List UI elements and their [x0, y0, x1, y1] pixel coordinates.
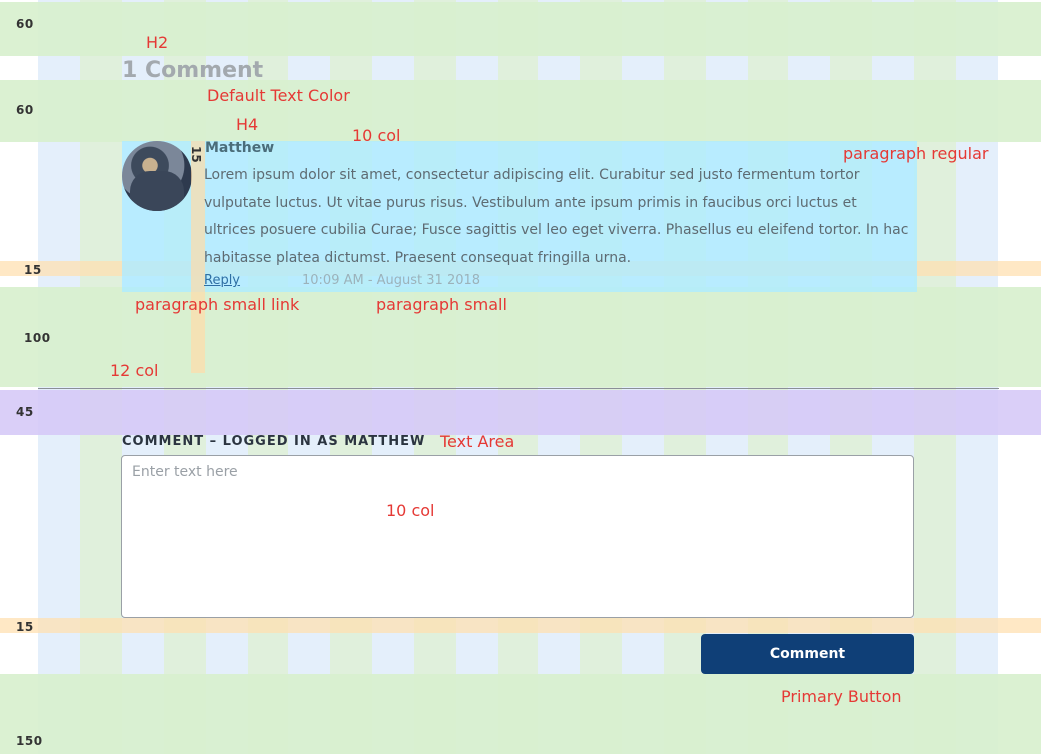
annotation-label: 12 col [110, 361, 159, 380]
comment-submit-button[interactable]: Comment [701, 634, 914, 674]
comment-textarea[interactable] [121, 455, 914, 618]
annotation-label: Primary Button [781, 687, 902, 706]
annotation-label: 10 col [352, 126, 401, 145]
spacing-band-150 [0, 674, 1041, 754]
spacing-label: 15 [16, 620, 34, 634]
spacing-label: 150 [16, 734, 43, 748]
avatar [122, 141, 192, 211]
annotation-label: paragraph regular [843, 144, 989, 163]
section-divider [38, 388, 999, 389]
annotation-label: paragraph small [376, 295, 507, 314]
comment-timestamp: 10:09 AM - August 31 2018 [302, 273, 481, 288]
comment-author: Matthew [205, 140, 275, 156]
spacing-label: 15 [24, 263, 42, 277]
annotation-label: Default Text Color [207, 86, 350, 105]
spacing-band-15-lower [0, 618, 1041, 633]
spacing-band-60 [0, 80, 1041, 142]
annotation-label: H2 [146, 33, 169, 52]
spacing-label: 60 [16, 17, 34, 31]
spacing-label: 100 [24, 331, 51, 345]
spacing-label: 45 [16, 405, 34, 419]
annotation-label: 10 col [386, 501, 435, 520]
reply-link[interactable]: Reply [204, 273, 240, 288]
spacing-band-45 [0, 390, 1041, 435]
annotation-label: Text Area [440, 432, 515, 451]
spacing-label: 60 [16, 103, 34, 117]
comments-heading: 1 Comment [122, 58, 264, 83]
annotation-label: paragraph small link [135, 295, 300, 314]
avatar-gutter [191, 141, 205, 373]
comment-body: Lorem ipsum dolor sit amet, consectetur … [204, 167, 909, 266]
comment-form-label: COMMENT – LOGGED IN AS MATTHEW [122, 434, 426, 449]
gutter-label: 15 [189, 146, 203, 163]
annotation-label: H4 [236, 115, 259, 134]
